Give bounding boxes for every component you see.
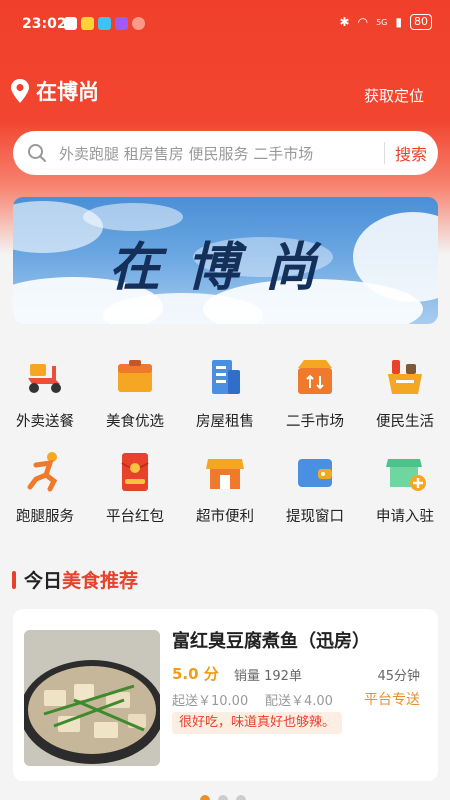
review-snippet: 很好吃，味道真好也够辣。 (172, 712, 343, 734)
category-withdraw[interactable]: 提现窗口 (270, 445, 360, 540)
browser-app-icon (98, 17, 111, 30)
chat-app-icon (132, 17, 145, 30)
category-food[interactable]: 美食优选 (90, 350, 180, 445)
status-bar: 23:02 ✱ ◠ 5G ▮ 80 (0, 0, 450, 50)
category-errand[interactable]: 跑腿服务 (0, 445, 90, 540)
swap-store-icon (298, 360, 332, 394)
category-life[interactable]: 便民生活 (360, 350, 450, 445)
restaurant-name: 富红臭豆腐煮鱼（迅房） (172, 631, 370, 652)
rating: 5.0 分 (172, 665, 219, 683)
category-row-1: 外卖送餐 美食优选 房屋租售 二手市场 便民生活 (0, 350, 450, 445)
basket-icon (388, 360, 422, 394)
status-time: 23:02 (22, 16, 67, 32)
pager-dot[interactable] (236, 795, 246, 800)
category-label: 超市便利 (196, 509, 254, 525)
pager-dots (200, 795, 246, 800)
search-input[interactable]: 外卖跑腿 租房售房 便民服务 二手市场 (59, 143, 384, 164)
banner[interactable]: 在博尚 (13, 197, 438, 324)
category-row-2: 跑腿服务 平台红包 超市便利 提现窗口 申请入驻 (0, 445, 450, 540)
category-label: 二手市场 (286, 414, 344, 430)
location-pin-icon (11, 79, 29, 103)
signal-icon: ▮ (395, 15, 402, 29)
food-box-icon (118, 360, 152, 392)
section-bar (12, 570, 16, 589)
category-grid: 外卖送餐 美食优选 房屋租售 二手市场 便民生活 跑腿服务 平台红包 超市便利 … (0, 350, 450, 540)
delivery-type-badge: 平台专送 (364, 692, 420, 708)
category-takeout[interactable]: 外卖送餐 (0, 350, 90, 445)
building-icon (212, 360, 240, 394)
category-secondhand[interactable]: 二手市场 (270, 350, 360, 445)
search-button[interactable]: 搜索 (395, 141, 427, 165)
status-right: ✱ ◠ 5G ▮ 80 (340, 14, 432, 30)
category-redpacket[interactable]: 平台红包 (90, 445, 180, 540)
category-label: 提现窗口 (286, 509, 344, 525)
location-name: 在博尚 (36, 80, 99, 104)
category-housing[interactable]: 房屋租售 (180, 350, 270, 445)
signal-label: 5G (376, 17, 388, 27)
search-divider (383, 142, 385, 164)
wallet-icon (298, 459, 332, 487)
notification-icons (64, 17, 145, 30)
location-selector[interactable]: 在博尚 (10, 76, 99, 106)
store-add-icon (386, 459, 426, 491)
category-label: 房屋租售 (196, 414, 254, 430)
video-app-icon (115, 17, 128, 30)
category-market[interactable]: 超市便利 (180, 445, 270, 540)
runner-icon (27, 452, 58, 492)
delivery-fee: 配送￥4.00 (265, 694, 333, 709)
search-icon (28, 144, 46, 162)
category-label: 美食优选 (106, 414, 164, 430)
wifi-icon: ◠ (357, 15, 369, 29)
recommend-card[interactable]: 富红臭豆腐煮鱼（迅房） 5.0 分 销量 192单 45分钟 起送￥10.00 … (13, 609, 438, 781)
battery-icon: 80 (410, 14, 432, 30)
pager-dot[interactable] (200, 795, 210, 800)
reader-app-icon (81, 17, 94, 30)
section-title-highlight: 美食推荐 (62, 570, 139, 592)
section-title: 今日 美食推荐 (12, 566, 138, 593)
music-app-icon (64, 17, 77, 30)
sales-count: 销量 192单 (234, 669, 302, 684)
food-image (24, 630, 160, 766)
category-apply[interactable]: 申请入驻 (360, 445, 450, 540)
section-title-prefix: 今日 (24, 570, 63, 592)
category-label: 平台红包 (106, 509, 164, 525)
shop-icon (206, 459, 244, 489)
delivery-time: 45分钟 (377, 669, 420, 684)
category-label: 跑腿服务 (16, 509, 74, 525)
category-label: 便民生活 (376, 414, 434, 430)
red-packet-icon (121, 453, 149, 491)
pager-dot[interactable] (218, 795, 228, 800)
banner-title: 在博尚 (108, 237, 343, 298)
bluetooth-icon: ✱ (339, 15, 350, 29)
scooter-icon (28, 364, 61, 393)
category-label: 外卖送餐 (16, 414, 74, 430)
search-bar[interactable]: 外卖跑腿 租房售房 便民服务 二手市场 搜索 (13, 131, 438, 175)
get-location-button[interactable]: 获取定位 (364, 85, 424, 106)
category-label: 申请入驻 (376, 509, 434, 525)
min-price: 起送￥10.00 (172, 694, 249, 709)
